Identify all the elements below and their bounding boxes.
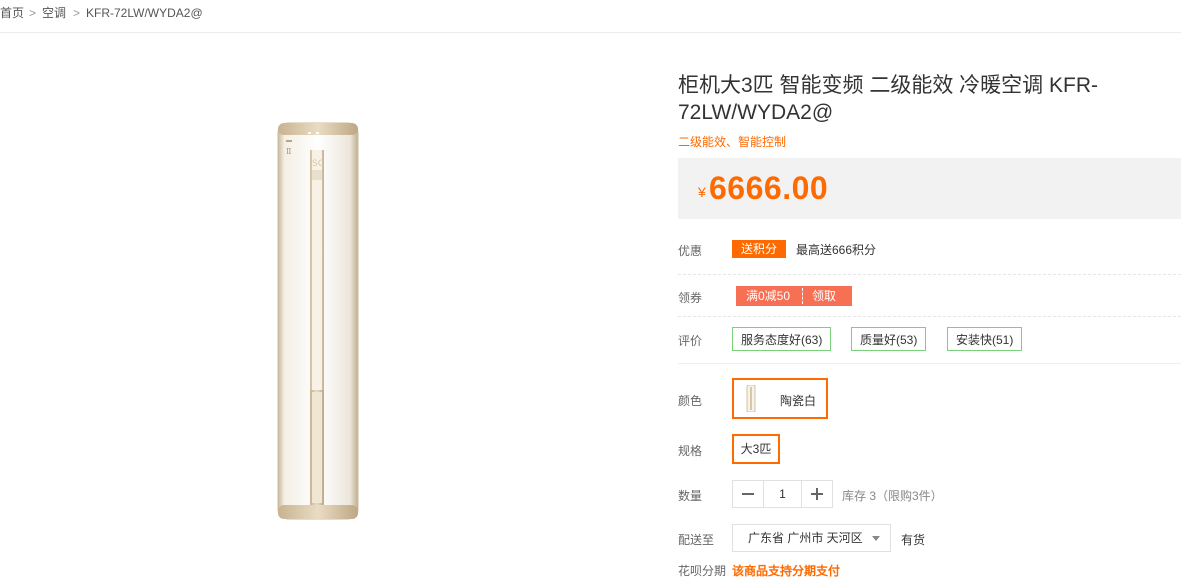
points-badge: 送积分: [732, 240, 786, 258]
product-price: 6666.00: [709, 170, 829, 206]
availability-status: 有货: [901, 533, 926, 547]
svg-text:Ⅱ: Ⅱ: [286, 147, 291, 156]
product-title: 柜机大3匹 智能变频 二级能效 冷暖空调 KFR-72LW/WYDA2@: [678, 74, 1099, 124]
breadcrumb-separator-icon: >: [29, 6, 37, 20]
svg-text:SC: SC: [312, 159, 324, 169]
installment-label: 花呗分期: [678, 564, 727, 578]
coupon-notch: [852, 286, 856, 306]
breadcrumb-category[interactable]: 空调: [42, 6, 66, 20]
claim-coupon-button[interactable]: 领取: [812, 286, 836, 306]
coupon-ticket[interactable]: 满0减50 领取: [732, 286, 856, 306]
coupon-label: 领券: [678, 291, 703, 305]
delivery-label: 配送至: [678, 533, 715, 547]
quantity-label: 数量: [678, 489, 703, 503]
product-subtitle: 二级能效、智能控制: [678, 135, 787, 149]
region-select[interactable]: 广东省 广州市 天河区: [732, 524, 891, 552]
divider: [678, 316, 1181, 317]
divider: [678, 274, 1181, 275]
coupon-divider: [802, 288, 803, 304]
breadcrumb-current: KFR-72LW/WYDA2@: [86, 6, 203, 20]
plus-icon[interactable]: [801, 481, 832, 507]
review-tag-quality[interactable]: 质量好(53): [851, 327, 927, 351]
tower-air-conditioner-image: Ⅱ SC: [277, 122, 359, 520]
breadcrumb-separator-icon: >: [73, 6, 81, 20]
minus-icon[interactable]: [733, 481, 764, 507]
divider: [678, 363, 1181, 364]
color-option-selected[interactable]: 陶瓷白: [732, 378, 828, 419]
region-value: 广东省 广州市 天河区: [748, 531, 863, 545]
currency-symbol: ¥: [698, 184, 706, 200]
quantity-input[interactable]: [763, 481, 802, 507]
coupon-amount: 满0减50: [746, 289, 791, 303]
breadcrumb: 首页 > 空调 > KFR-72LW/WYDA2@: [0, 0, 1181, 33]
review-tag-service[interactable]: 服务态度好(63): [732, 327, 832, 351]
spec-label: 规格: [678, 444, 703, 458]
review-tag-installation[interactable]: 安装快(51): [947, 327, 1023, 351]
breadcrumb-home[interactable]: 首页: [0, 6, 24, 20]
quantity-stepper: [732, 480, 833, 508]
caret-down-icon: [872, 536, 880, 541]
price-panel: ¥ 6666.00: [678, 158, 1181, 219]
review-label: 评价: [678, 334, 703, 348]
promotion-label: 优惠: [678, 244, 703, 258]
color-label: 颜色: [678, 394, 703, 408]
installment-text: 该商品支持分期支付: [732, 564, 841, 578]
color-option-label: 陶瓷白: [780, 394, 817, 408]
promotion-text: 最高送666积分: [796, 243, 877, 257]
spec-option-selected[interactable]: 大3匹: [732, 434, 780, 464]
stock-info: 库存 3（限购3件）: [842, 489, 943, 503]
color-thumbnail-icon: [746, 385, 756, 412]
coupon-notch: [732, 286, 736, 306]
